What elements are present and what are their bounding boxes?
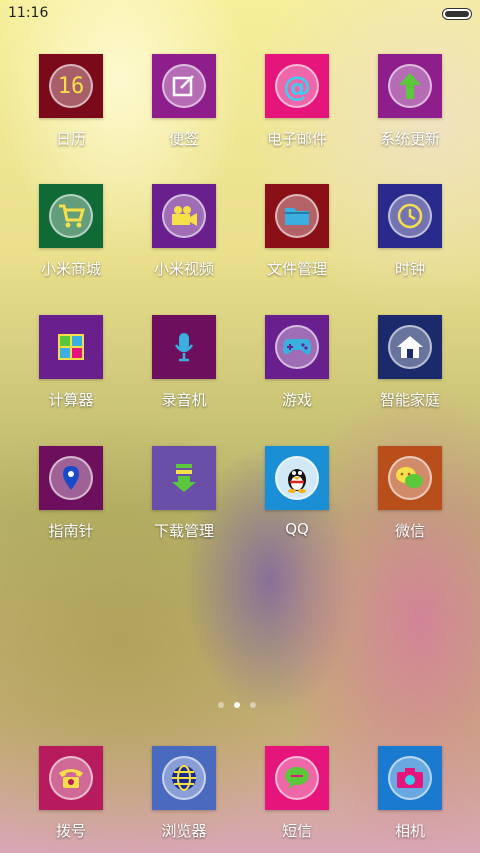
shopping-cart-icon [59,204,85,228]
email-icon: @ [283,69,311,103]
message-bubble-icon [285,767,309,789]
dock-messages[interactable]: 短信 [247,746,347,841]
status-bar: 11:16 [0,0,480,28]
tile: 16 [39,54,103,118]
app-games[interactable]: 游戏 [247,315,347,410]
app-label: 拨号 [55,822,86,840]
clock-icon [397,203,423,229]
home-icon [397,336,423,358]
qq-penguin-icon [288,469,306,493]
dock-camera[interactable]: 相机 [360,746,460,841]
page-dot-active[interactable] [234,702,240,708]
app-system-update[interactable]: 系统更新 [360,54,460,149]
app-label: 微信 [394,522,425,540]
app-label: 游戏 [281,391,312,409]
status-time: 11:16 [8,5,49,21]
app-label: 系统更新 [379,130,440,148]
globe-icon [172,765,196,791]
app-label: 小米视频 [153,260,214,278]
calculator-icon [58,334,84,360]
update-arrow-icon [399,73,421,99]
folder-icon [285,208,309,225]
app-label: 电子邮件 [266,130,327,148]
page-dot[interactable] [218,702,224,708]
app-smart-home[interactable]: 智能家庭 [360,315,460,410]
app-notes[interactable]: 便签 [134,54,234,149]
app-label: 录音机 [161,391,207,409]
app-label: 下载管理 [153,522,214,540]
app-mi-video[interactable]: 小米视频 [134,184,234,279]
app-label: 文件管理 [266,260,327,278]
app-label: 短信 [281,822,312,840]
app-label: 时钟 [394,260,425,278]
microphone-icon [174,333,194,362]
app-label: 浏览器 [161,822,207,840]
app-recorder[interactable]: 录音机 [134,315,234,410]
dock-browser[interactable]: 浏览器 [134,746,234,841]
app-label: QQ [285,520,309,538]
app-download-manager[interactable]: 下载管理 [134,446,234,541]
app-qq[interactable]: QQ [247,446,347,538]
gamepad-icon [283,339,311,355]
app-label: 指南针 [48,522,94,540]
app-calculator[interactable]: 计算器 [21,315,121,410]
video-camera-icon [172,206,197,226]
page-dot[interactable] [250,702,256,708]
app-file-manager[interactable]: 文件管理 [247,184,347,279]
app-calendar[interactable]: 16 日历 [21,54,121,149]
battery-icon [442,8,472,20]
app-label: 便签 [168,130,199,148]
calendar-icon: 16 [57,73,85,99]
dock-phone[interactable]: 拨号 [21,746,121,841]
app-wechat[interactable]: 微信 [360,446,460,541]
phone-icon [59,769,83,788]
location-pin-icon [63,466,79,490]
app-clock[interactable]: 时钟 [360,184,460,279]
app-label: 相机 [394,822,425,840]
download-icon [172,464,196,492]
page-indicator [218,702,256,710]
app-compass[interactable]: 指南针 [21,446,121,541]
app-email[interactable]: @ 电子邮件 [247,54,347,149]
app-label: 计算器 [48,391,94,409]
app-mi-store[interactable]: 小米商城 [21,184,121,279]
chat-bubbles-icon [396,467,423,488]
camera-icon [397,768,423,788]
app-label: 日历 [55,130,86,148]
notes-icon [172,75,194,97]
app-label: 小米商城 [40,260,101,278]
app-label: 智能家庭 [379,391,440,409]
